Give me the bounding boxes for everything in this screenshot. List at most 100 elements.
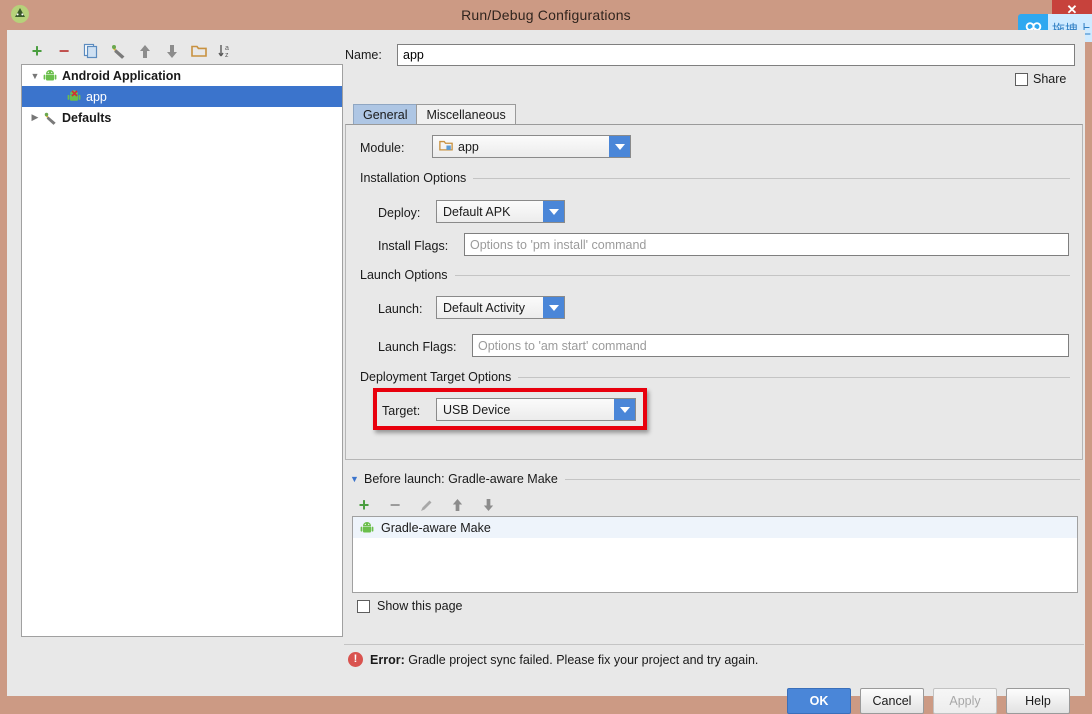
group-divider: [454, 274, 1070, 276]
share-checkbox[interactable]: [1015, 72, 1028, 86]
name-input[interactable]: [397, 44, 1075, 66]
title-bar: Run/Debug Configurations ✕: [0, 0, 1092, 30]
remove-task-button[interactable]: −: [386, 496, 404, 514]
chevron-right-icon[interactable]: ▶: [28, 112, 42, 123]
general-tab-panel: Module: app Installation Options Deploy:…: [345, 124, 1083, 460]
before-launch-task-row[interactable]: Gradle-aware Make: [353, 517, 1077, 538]
android-studio-icon: [10, 4, 30, 24]
run-debug-configurations-window: Run/Debug Configurations ✕ 拖拽上 + − a z ▼…: [0, 0, 1092, 714]
svg-text:a: a: [225, 45, 229, 52]
group-divider: [473, 177, 1070, 179]
chevron-down-icon[interactable]: [609, 136, 630, 157]
ok-button-label: OK: [809, 694, 829, 708]
launch-dropdown[interactable]: Default Activity: [436, 296, 565, 319]
launch-options-label: Launch Options: [360, 268, 448, 282]
module-label: Module:: [360, 141, 405, 155]
before-launch-task-list[interactable]: Gradle-aware Make: [352, 516, 1078, 593]
move-task-up-button[interactable]: [448, 496, 466, 514]
error-message: Gradle project sync failed. Please fix y…: [408, 652, 759, 667]
move-up-button[interactable]: [136, 42, 154, 60]
svg-text:z: z: [225, 52, 229, 59]
show-this-page-checkbox[interactable]: [357, 599, 370, 613]
error-message-row: ! Error: Gradle project sync failed. Ple…: [348, 652, 758, 667]
launch-label: Launch:: [378, 302, 423, 316]
dialog-body: + − a z ▼ Android Application app ▶ Defa…: [7, 30, 1085, 714]
configurations-tree[interactable]: ▼ Android Application app ▶ Defaults: [21, 64, 343, 637]
installation-options-group: Installation Options: [360, 171, 1070, 185]
move-task-down-button[interactable]: [479, 496, 497, 514]
tab-label: Miscellaneous: [426, 108, 506, 122]
apply-button: Apply: [933, 688, 997, 714]
before-launch-toolbar: + −: [355, 494, 497, 516]
ok-button[interactable]: OK: [787, 688, 851, 714]
error-prefix: Error:: [370, 652, 405, 667]
target-dropdown[interactable]: USB Device: [436, 398, 636, 421]
cancel-button-label: Cancel: [872, 694, 912, 708]
help-button-label: Help: [1025, 694, 1051, 708]
module-dropdown[interactable]: app: [432, 135, 631, 158]
before-launch-task-label: Gradle-aware Make: [381, 520, 491, 535]
deploy-label: Deploy:: [378, 206, 421, 220]
android-error-icon: [66, 89, 82, 105]
tree-item-label: app: [86, 89, 107, 104]
group-divider: [518, 376, 1070, 378]
copy-configuration-button[interactable]: [82, 42, 100, 60]
error-circle-icon: !: [348, 652, 363, 667]
cancel-button[interactable]: Cancel: [860, 688, 924, 714]
share-label: Share: [1033, 72, 1067, 86]
tree-item-label: Android Application: [62, 68, 181, 83]
move-into-folder-button[interactable]: [190, 42, 208, 60]
launch-dropdown-value: Default Activity: [443, 300, 525, 315]
edit-task-pencil-icon[interactable]: [417, 496, 435, 514]
help-button[interactable]: Help: [1006, 688, 1070, 714]
show-this-page-row[interactable]: Show this page: [357, 599, 462, 613]
chevron-down-icon[interactable]: [543, 297, 564, 318]
tab-bar: General Miscellaneous: [353, 103, 516, 125]
name-label: Name:: [345, 48, 382, 62]
tree-item-app[interactable]: app: [22, 86, 342, 107]
launch-flags-label: Launch Flags:: [378, 340, 457, 354]
wrench-icon: [42, 110, 58, 126]
target-dropdown-value: USB Device: [443, 402, 511, 417]
module-folder-icon: [439, 139, 453, 155]
move-down-button[interactable]: [163, 42, 181, 60]
tree-item-label: Defaults: [62, 110, 112, 125]
launch-options-group: Launch Options: [360, 268, 1070, 282]
add-task-button[interactable]: +: [355, 496, 373, 514]
module-dropdown-value: app: [458, 139, 479, 154]
add-configuration-button[interactable]: +: [28, 42, 46, 60]
tree-item-android-application[interactable]: ▼ Android Application: [22, 65, 342, 86]
launch-flags-input[interactable]: [472, 334, 1069, 357]
error-divider: [344, 644, 1084, 645]
tree-item-defaults[interactable]: ▶ Defaults: [22, 107, 342, 128]
chevron-down-icon[interactable]: [543, 201, 564, 222]
android-icon: [359, 520, 375, 536]
group-divider: [564, 478, 1080, 480]
deploy-dropdown[interactable]: Default APK: [436, 200, 565, 223]
remove-configuration-button[interactable]: −: [55, 42, 73, 60]
edit-defaults-wrench-icon[interactable]: [109, 42, 127, 60]
android-icon: [42, 68, 58, 84]
module-dropdown-value-wrap: app: [433, 139, 609, 155]
install-flags-label: Install Flags:: [378, 239, 449, 253]
show-this-page-label: Show this page: [377, 599, 463, 613]
tab-label: General: [363, 108, 408, 122]
before-launch-header[interactable]: ▼ Before launch: Gradle-aware Make: [350, 472, 1080, 486]
dialog-buttons: OK Cancel Apply Help: [787, 688, 1070, 714]
apply-button-label: Apply: [949, 694, 981, 708]
deploy-dropdown-value: Default APK: [443, 204, 511, 219]
before-launch-label: Before launch: Gradle-aware Make: [364, 472, 558, 486]
chevron-down-icon[interactable]: [614, 399, 635, 420]
tab-general[interactable]: General: [353, 104, 418, 125]
window-title: Run/Debug Configurations: [461, 7, 631, 23]
sort-configurations-button[interactable]: a z: [217, 42, 235, 60]
name-row: Name:: [345, 42, 1075, 68]
chevron-down-icon[interactable]: ▼: [28, 71, 42, 81]
chevron-down-icon[interactable]: ▼: [350, 474, 364, 484]
installation-options-label: Installation Options: [360, 171, 467, 185]
tab-miscellaneous[interactable]: Miscellaneous: [416, 104, 516, 125]
install-flags-input[interactable]: [464, 233, 1069, 256]
share-checkbox-row[interactable]: Share: [1015, 72, 1066, 86]
deployment-target-options-label: Deployment Target Options: [360, 370, 512, 384]
deployment-target-options-group: Deployment Target Options: [360, 370, 1070, 384]
